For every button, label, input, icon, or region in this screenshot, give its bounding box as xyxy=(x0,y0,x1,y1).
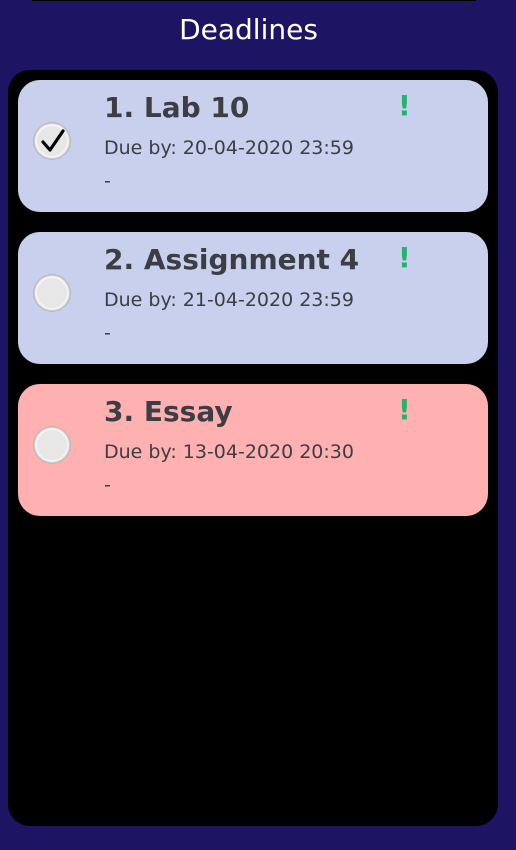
deadline-card-1[interactable]: 1. Lab 10 ! Due by: 20-04-2020 23:59 - xyxy=(18,80,488,212)
top-divider xyxy=(32,0,476,1)
deadline-description: - xyxy=(104,170,111,192)
deadline-description: - xyxy=(104,474,111,496)
completion-checkbox[interactable] xyxy=(34,427,70,463)
priority-icon: ! xyxy=(398,241,411,274)
deadline-card-2[interactable]: 2. Assignment 4 ! Due by: 21-04-2020 23:… xyxy=(18,232,488,364)
deadline-title: 2. Assignment 4 xyxy=(104,243,360,276)
due-date: Due by: 20-04-2020 23:59 xyxy=(104,137,354,159)
completion-checkbox[interactable] xyxy=(34,123,70,159)
due-date: Due by: 13-04-2020 20:30 xyxy=(104,441,354,463)
deadline-card-3[interactable]: 3. Essay ! Due by: 13-04-2020 20:30 - xyxy=(18,384,488,516)
priority-icon: ! xyxy=(398,89,411,122)
deadline-title: 1. Lab 10 xyxy=(104,91,250,124)
page-title: Deadlines xyxy=(179,13,318,46)
completion-checkbox[interactable] xyxy=(34,275,70,311)
deadline-title: 3. Essay xyxy=(104,395,233,428)
priority-icon: ! xyxy=(398,393,411,426)
app-window: Deadlines 1. Lab 10 ! Due by: 20-04-2020… xyxy=(0,0,516,850)
check-icon xyxy=(41,129,65,152)
deadline-description: - xyxy=(104,322,111,344)
deadline-list[interactable]: 1. Lab 10 ! Due by: 20-04-2020 23:59 - 2… xyxy=(8,70,498,826)
due-date: Due by: 21-04-2020 23:59 xyxy=(104,289,354,311)
